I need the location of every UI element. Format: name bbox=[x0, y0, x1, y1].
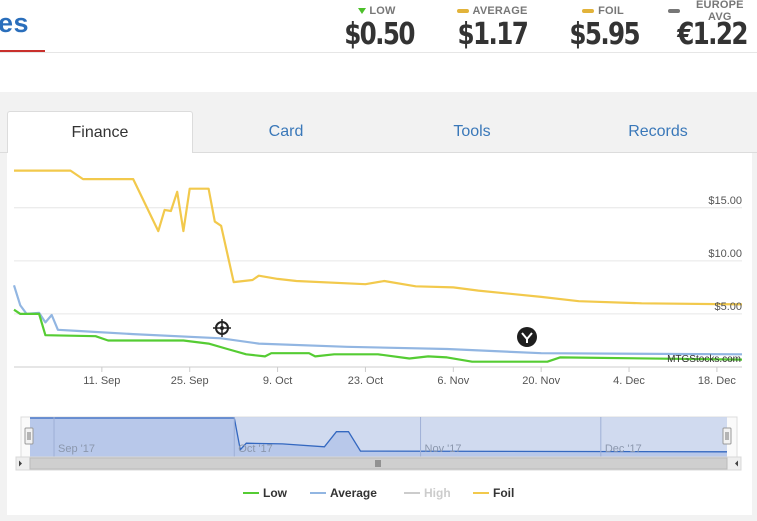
x-tick-label: 25. Sep bbox=[171, 375, 209, 387]
y-tick-label: $5.00 bbox=[714, 301, 742, 313]
navigator-label: Oct '17 bbox=[238, 443, 273, 455]
y-tick-label: $15.00 bbox=[708, 195, 742, 207]
y-tick-label: $10.00 bbox=[708, 248, 742, 260]
x-tick-label: 6. Nov bbox=[437, 375, 469, 387]
navigator-handle-right[interactable] bbox=[722, 427, 732, 445]
legend-foil-label: Foil bbox=[493, 486, 514, 500]
navigator-handle-left[interactable] bbox=[24, 427, 34, 445]
set-release-event-icon[interactable] bbox=[517, 327, 537, 347]
navigator-label: Sep '17 bbox=[58, 443, 95, 455]
x-tick-label: 20. Nov bbox=[522, 375, 560, 387]
x-tick-label: 4. Dec bbox=[613, 375, 645, 387]
navigator-label: Nov '17 bbox=[425, 443, 462, 455]
x-tick-label: 9. Oct bbox=[263, 375, 292, 387]
legend-average-label: Average bbox=[330, 486, 377, 500]
watermark: MTGStocks.com bbox=[667, 354, 741, 365]
x-tick-label: 11. Sep bbox=[83, 375, 120, 387]
price-history-chart: 11. Sep 25. Sep 9. Oct 23. Oct 6. Nov 20. Nov… bbox=[7, 153, 752, 515]
navigator[interactable]: Sep '17 Oct '17 Nov '17 Dec '17 bbox=[15, 416, 742, 471]
x-tick-label: 23. Oct bbox=[348, 375, 383, 387]
x-tick-label: 18. Dec bbox=[698, 375, 736, 387]
legend-low-label: Low bbox=[263, 486, 288, 500]
navigator-label: Dec '17 bbox=[605, 443, 642, 455]
legend-high-label: High bbox=[424, 486, 451, 500]
